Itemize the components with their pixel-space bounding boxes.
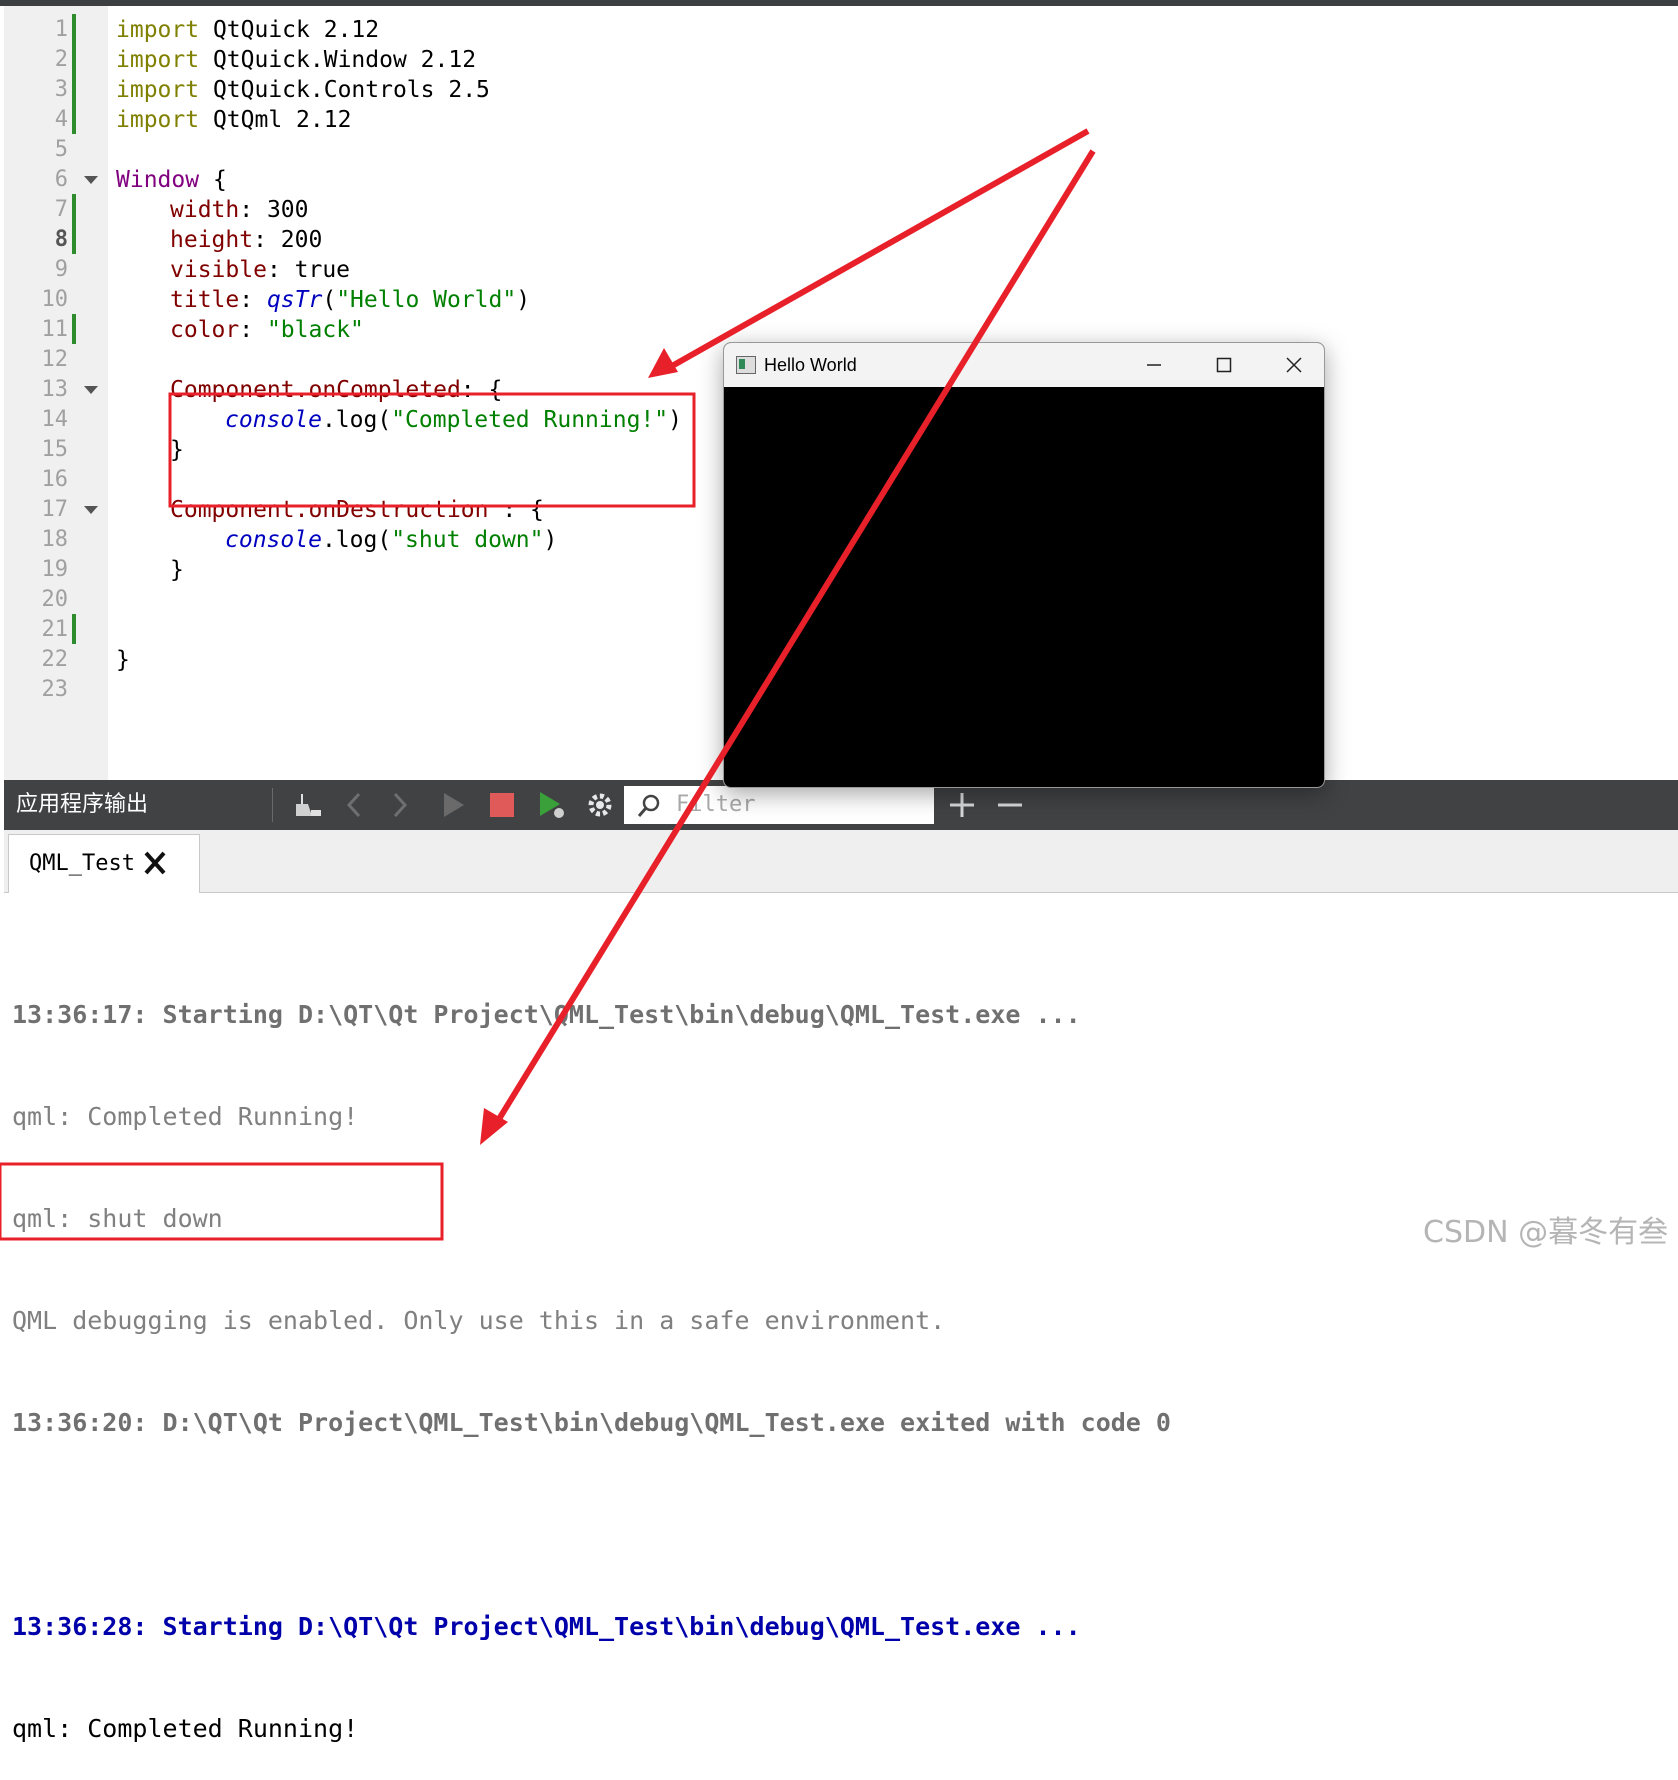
annotation-overlay	[0, 128, 1096, 1241]
watermark: CSDN @暮冬有叁	[1423, 1215, 1669, 1250]
console-line: qml: Completed Running!	[12, 1714, 359, 1743]
console-line: 13:36:20: D:\QT\Qt Project\QML_Test\bin\…	[12, 1408, 1171, 1437]
highlight-box-code	[168, 392, 696, 508]
console-line: QML debugging is enabled. Only use this …	[12, 1306, 946, 1335]
highlight-box-output	[0, 1162, 444, 1241]
annotation-arrow-line	[670, 128, 1090, 369]
console-line: 13:36:28: Starting D:\QT\Qt Project\QML_…	[12, 1612, 1081, 1641]
